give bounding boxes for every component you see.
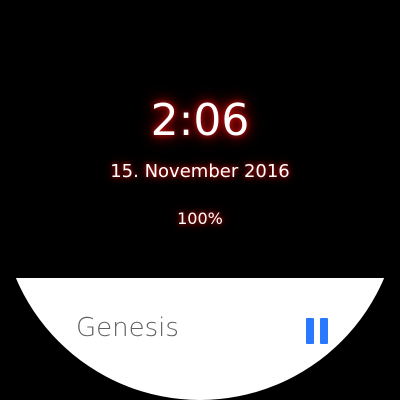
time-display: 2:06 bbox=[150, 95, 250, 146]
pause-icon bbox=[306, 318, 328, 344]
date-display: 15. November 2016 bbox=[110, 161, 290, 182]
battery-level: 100% bbox=[177, 209, 223, 228]
media-peek-card[interactable]: Genesis bbox=[0, 278, 400, 400]
watch-screen: 2:06 15. November 2016 100% Genesis bbox=[0, 0, 400, 400]
track-title: Genesis bbox=[76, 313, 179, 343]
pause-button[interactable] bbox=[300, 314, 334, 348]
